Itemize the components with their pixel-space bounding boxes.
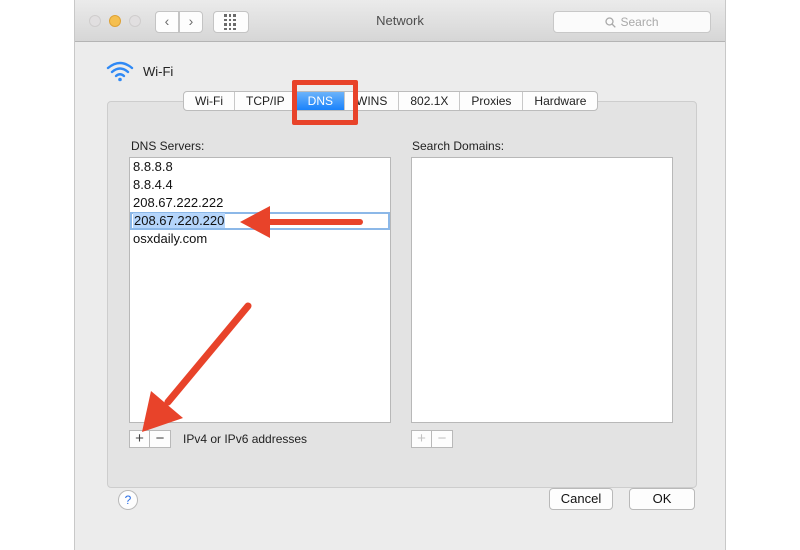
magnifier-icon	[605, 16, 617, 28]
dns-servers-list[interactable]: 8.8.8.8 8.8.4.4 208.67.222.222 208.67.22…	[129, 157, 391, 423]
settings-tabs: Wi-Fi TCP/IP DNS WINS 802.1X Proxies Har…	[183, 91, 599, 111]
cancel-button[interactable]: Cancel	[549, 488, 613, 510]
tab-proxies[interactable]: Proxies	[460, 92, 524, 110]
interface-name: Wi-Fi	[143, 63, 174, 79]
dns-server-row[interactable]: 8.8.8.8	[130, 158, 390, 176]
domains-add-remove-control: + −	[411, 430, 453, 448]
dns-tab-highlight-box	[292, 80, 358, 125]
search-domains-label: Search Domains:	[412, 139, 505, 153]
add-dns-server-button[interactable]: +	[129, 430, 150, 448]
network-preferences-window: ‹ › Network Search Wi-Fi DNS Servers: Se…	[74, 0, 726, 550]
interface-header: Wi-Fi	[105, 60, 173, 82]
add-search-domain-button[interactable]: +	[411, 430, 432, 448]
tab-8021x[interactable]: 802.1X	[399, 92, 461, 110]
settings-pane: DNS Servers: Search Domains: 8.8.8.8 8.8…	[107, 101, 697, 488]
tab-tcpip[interactable]: TCP/IP	[235, 92, 297, 110]
tab-wifi[interactable]: Wi-Fi	[184, 92, 235, 110]
wifi-icon	[106, 61, 134, 82]
dns-server-row-selected[interactable]: 208.67.220.220	[130, 212, 390, 230]
dns-server-row[interactable]: 8.8.4.4	[130, 176, 390, 194]
title-bar: ‹ › Network Search	[75, 0, 725, 42]
search-domains-list[interactable]	[411, 157, 673, 423]
tab-hardware[interactable]: Hardware	[523, 92, 597, 110]
dns-server-row[interactable]: 208.67.222.222	[130, 194, 390, 212]
dns-servers-label: DNS Servers:	[131, 139, 205, 153]
search-placeholder: Search	[620, 15, 659, 29]
remove-dns-server-button[interactable]: −	[150, 430, 171, 448]
main-content: Wi-Fi DNS Servers: Search Domains: 8.8.8…	[87, 42, 715, 528]
dns-hint-text: IPv4 or IPv6 addresses	[183, 432, 308, 446]
search-input[interactable]: Search	[553, 11, 711, 33]
dns-add-remove-control: + −	[129, 430, 171, 448]
dns-server-row[interactable]: osxdaily.com	[130, 230, 390, 248]
remove-search-domain-button[interactable]: −	[432, 430, 453, 448]
ok-button[interactable]: OK	[629, 488, 695, 510]
help-button[interactable]: ?	[118, 490, 138, 510]
